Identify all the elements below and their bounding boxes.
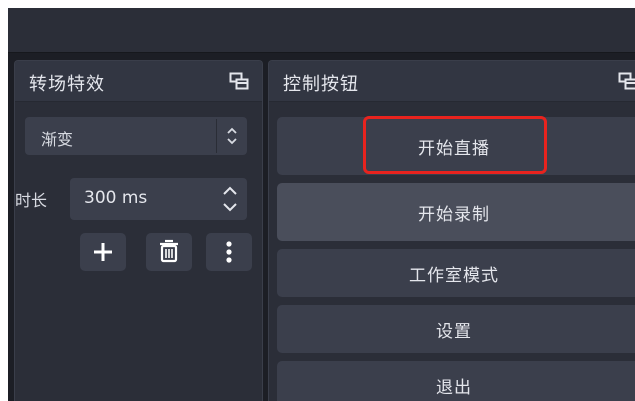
transitions-dock-header: 转场特效	[15, 61, 262, 102]
start-recording-button[interactable]: 开始录制	[277, 183, 635, 241]
plus-icon	[94, 243, 112, 261]
settings-label: 设置	[436, 321, 472, 342]
start-recording-label: 开始录制	[418, 204, 490, 225]
float-dock-icon[interactable]	[618, 72, 635, 90]
studio-mode-button[interactable]: 工作室模式	[277, 249, 635, 297]
exit-label: 退出	[436, 377, 472, 398]
float-dock-icon[interactable]	[229, 72, 249, 90]
start-streaming-button[interactable]: 开始直播	[277, 117, 635, 175]
transition-properties-button[interactable]	[206, 233, 252, 271]
window-top-bar	[8, 8, 635, 53]
more-vertical-icon	[226, 241, 232, 263]
obs-window: 转场特效 渐变 时长 300 ms 控制按钮 开始直播 开始录制 工作室模式 设…	[8, 8, 635, 401]
transition-type-combo[interactable]: 渐变	[25, 117, 247, 155]
controls-dock-header: 控制按钮	[269, 61, 635, 102]
duration-spinbox[interactable]: 300 ms	[70, 178, 247, 220]
duration-label: 时长	[15, 191, 48, 210]
up-down-chevron-icon[interactable]	[221, 123, 243, 149]
spin-arrows-icon[interactable]	[220, 183, 240, 215]
combo-divider	[216, 119, 217, 153]
trash-icon	[160, 239, 178, 263]
transition-type-value: 渐变	[41, 130, 74, 149]
remove-transition-button[interactable]	[146, 233, 192, 271]
controls-dock: 控制按钮 开始直播 开始录制 工作室模式 设置 退出	[268, 60, 635, 401]
duration-value: 300 ms	[84, 188, 148, 208]
transitions-dock-title: 转场特效	[29, 74, 105, 95]
start-streaming-label: 开始直播	[418, 138, 490, 159]
transitions-dock: 转场特效 渐变 时长 300 ms	[14, 60, 263, 401]
studio-mode-label: 工作室模式	[409, 265, 499, 286]
controls-dock-title: 控制按钮	[283, 74, 359, 95]
exit-button[interactable]: 退出	[277, 361, 635, 401]
settings-button[interactable]: 设置	[277, 305, 635, 353]
add-transition-button[interactable]	[80, 233, 126, 271]
